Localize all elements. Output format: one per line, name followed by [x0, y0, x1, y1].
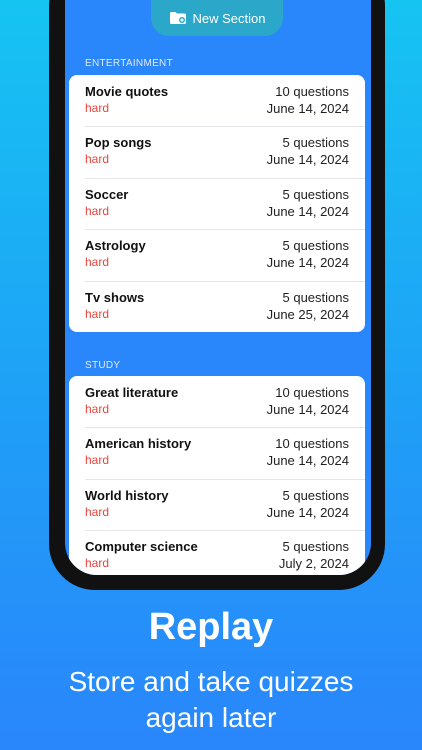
- quiz-name: Soccer: [85, 186, 129, 202]
- quiz-question-count: 10 questions: [275, 436, 349, 452]
- list-item[interactable]: Pop songs hard 5 questions June 14, 2024: [69, 126, 365, 177]
- quiz-date: July 2, 2024: [278, 556, 349, 572]
- quiz-difficulty: hard: [85, 101, 110, 115]
- list-item[interactable]: Great literature hard 10 questions June …: [69, 376, 365, 427]
- section-header-entertainment: ENTERTAINMENT: [85, 58, 173, 69]
- promo-subtitle-line-1: Store and take quizzes: [68, 666, 354, 697]
- quiz-difficulty: hard: [85, 556, 110, 571]
- quiz-question-count: 5 questions: [282, 186, 350, 202]
- promo-subtitle-line-2: again later: [145, 702, 277, 733]
- quiz-name: Astrology: [85, 238, 146, 254]
- quiz-date: June 14, 2024: [266, 402, 349, 417]
- quiz-difficulty: hard: [85, 402, 110, 416]
- quiz-date: June 14, 2024: [266, 453, 349, 469]
- section-header-study: STUDY: [85, 360, 121, 371]
- quiz-question-count: 10 questions: [275, 385, 349, 400]
- app-screen: New Section ENTERTAINMENT Movie quotes h…: [65, 0, 371, 575]
- quiz-question-count: 5 questions: [282, 539, 350, 555]
- quiz-name: American history: [85, 436, 192, 452]
- quiz-date: June 14, 2024: [266, 152, 349, 168]
- new-section-label: New Section: [192, 10, 266, 26]
- quiz-question-count: 5 questions: [282, 238, 350, 254]
- promo-title: Replay: [148, 606, 274, 648]
- quiz-question-count: 5 questions: [282, 289, 350, 305]
- quiz-name: Pop songs: [85, 135, 152, 151]
- quiz-date: June 25, 2024: [266, 306, 349, 322]
- entertainment-list: Movie quotes hard 10 questions June 14, …: [69, 75, 365, 332]
- list-item[interactable]: Astrology hard 5 questions June 14, 2024: [69, 229, 365, 280]
- list-item[interactable]: World history hard 5 questions June 14, …: [69, 478, 365, 530]
- list-item[interactable]: Movie quotes hard 10 questions June 14, …: [69, 75, 365, 126]
- promo-subtitle: Store and take quizzes again later: [0, 664, 422, 736]
- new-section-button[interactable]: New Section: [151, 0, 283, 36]
- quiz-name: Great literature: [85, 385, 179, 400]
- quiz-name: Computer science: [85, 539, 198, 555]
- quiz-date: June 14, 2024: [266, 203, 349, 219]
- study-list: Great literature hard 10 questions June …: [69, 376, 365, 575]
- quiz-date: June 14, 2024: [266, 101, 349, 116]
- quiz-difficulty: hard: [85, 453, 110, 468]
- quiz-name: World history: [85, 487, 169, 503]
- quiz-question-count: 5 questions: [282, 487, 350, 503]
- quiz-difficulty: hard: [85, 306, 110, 321]
- list-item[interactable]: Computer science hard 5 questions July 2…: [69, 530, 365, 575]
- list-item[interactable]: Tv shows hard 5 questions June 25, 2024: [69, 280, 365, 332]
- quiz-question-count: 5 questions: [282, 135, 350, 151]
- quiz-name: Tv shows: [85, 289, 145, 305]
- quiz-question-count: 10 questions: [275, 84, 349, 99]
- folder-badge-plus-icon: [169, 12, 186, 24]
- quiz-date: June 14, 2024: [266, 504, 349, 520]
- list-item[interactable]: Soccer hard 5 questions June 14, 2024: [69, 177, 365, 229]
- quiz-date: June 14, 2024: [266, 255, 349, 271]
- quiz-difficulty: hard: [85, 152, 110, 167]
- quiz-name: Movie quotes: [85, 84, 169, 99]
- list-item[interactable]: American history hard 10 questions June …: [69, 427, 365, 478]
- quiz-difficulty: hard: [85, 504, 110, 519]
- quiz-difficulty: hard: [85, 203, 110, 218]
- quiz-difficulty: hard: [85, 255, 110, 270]
